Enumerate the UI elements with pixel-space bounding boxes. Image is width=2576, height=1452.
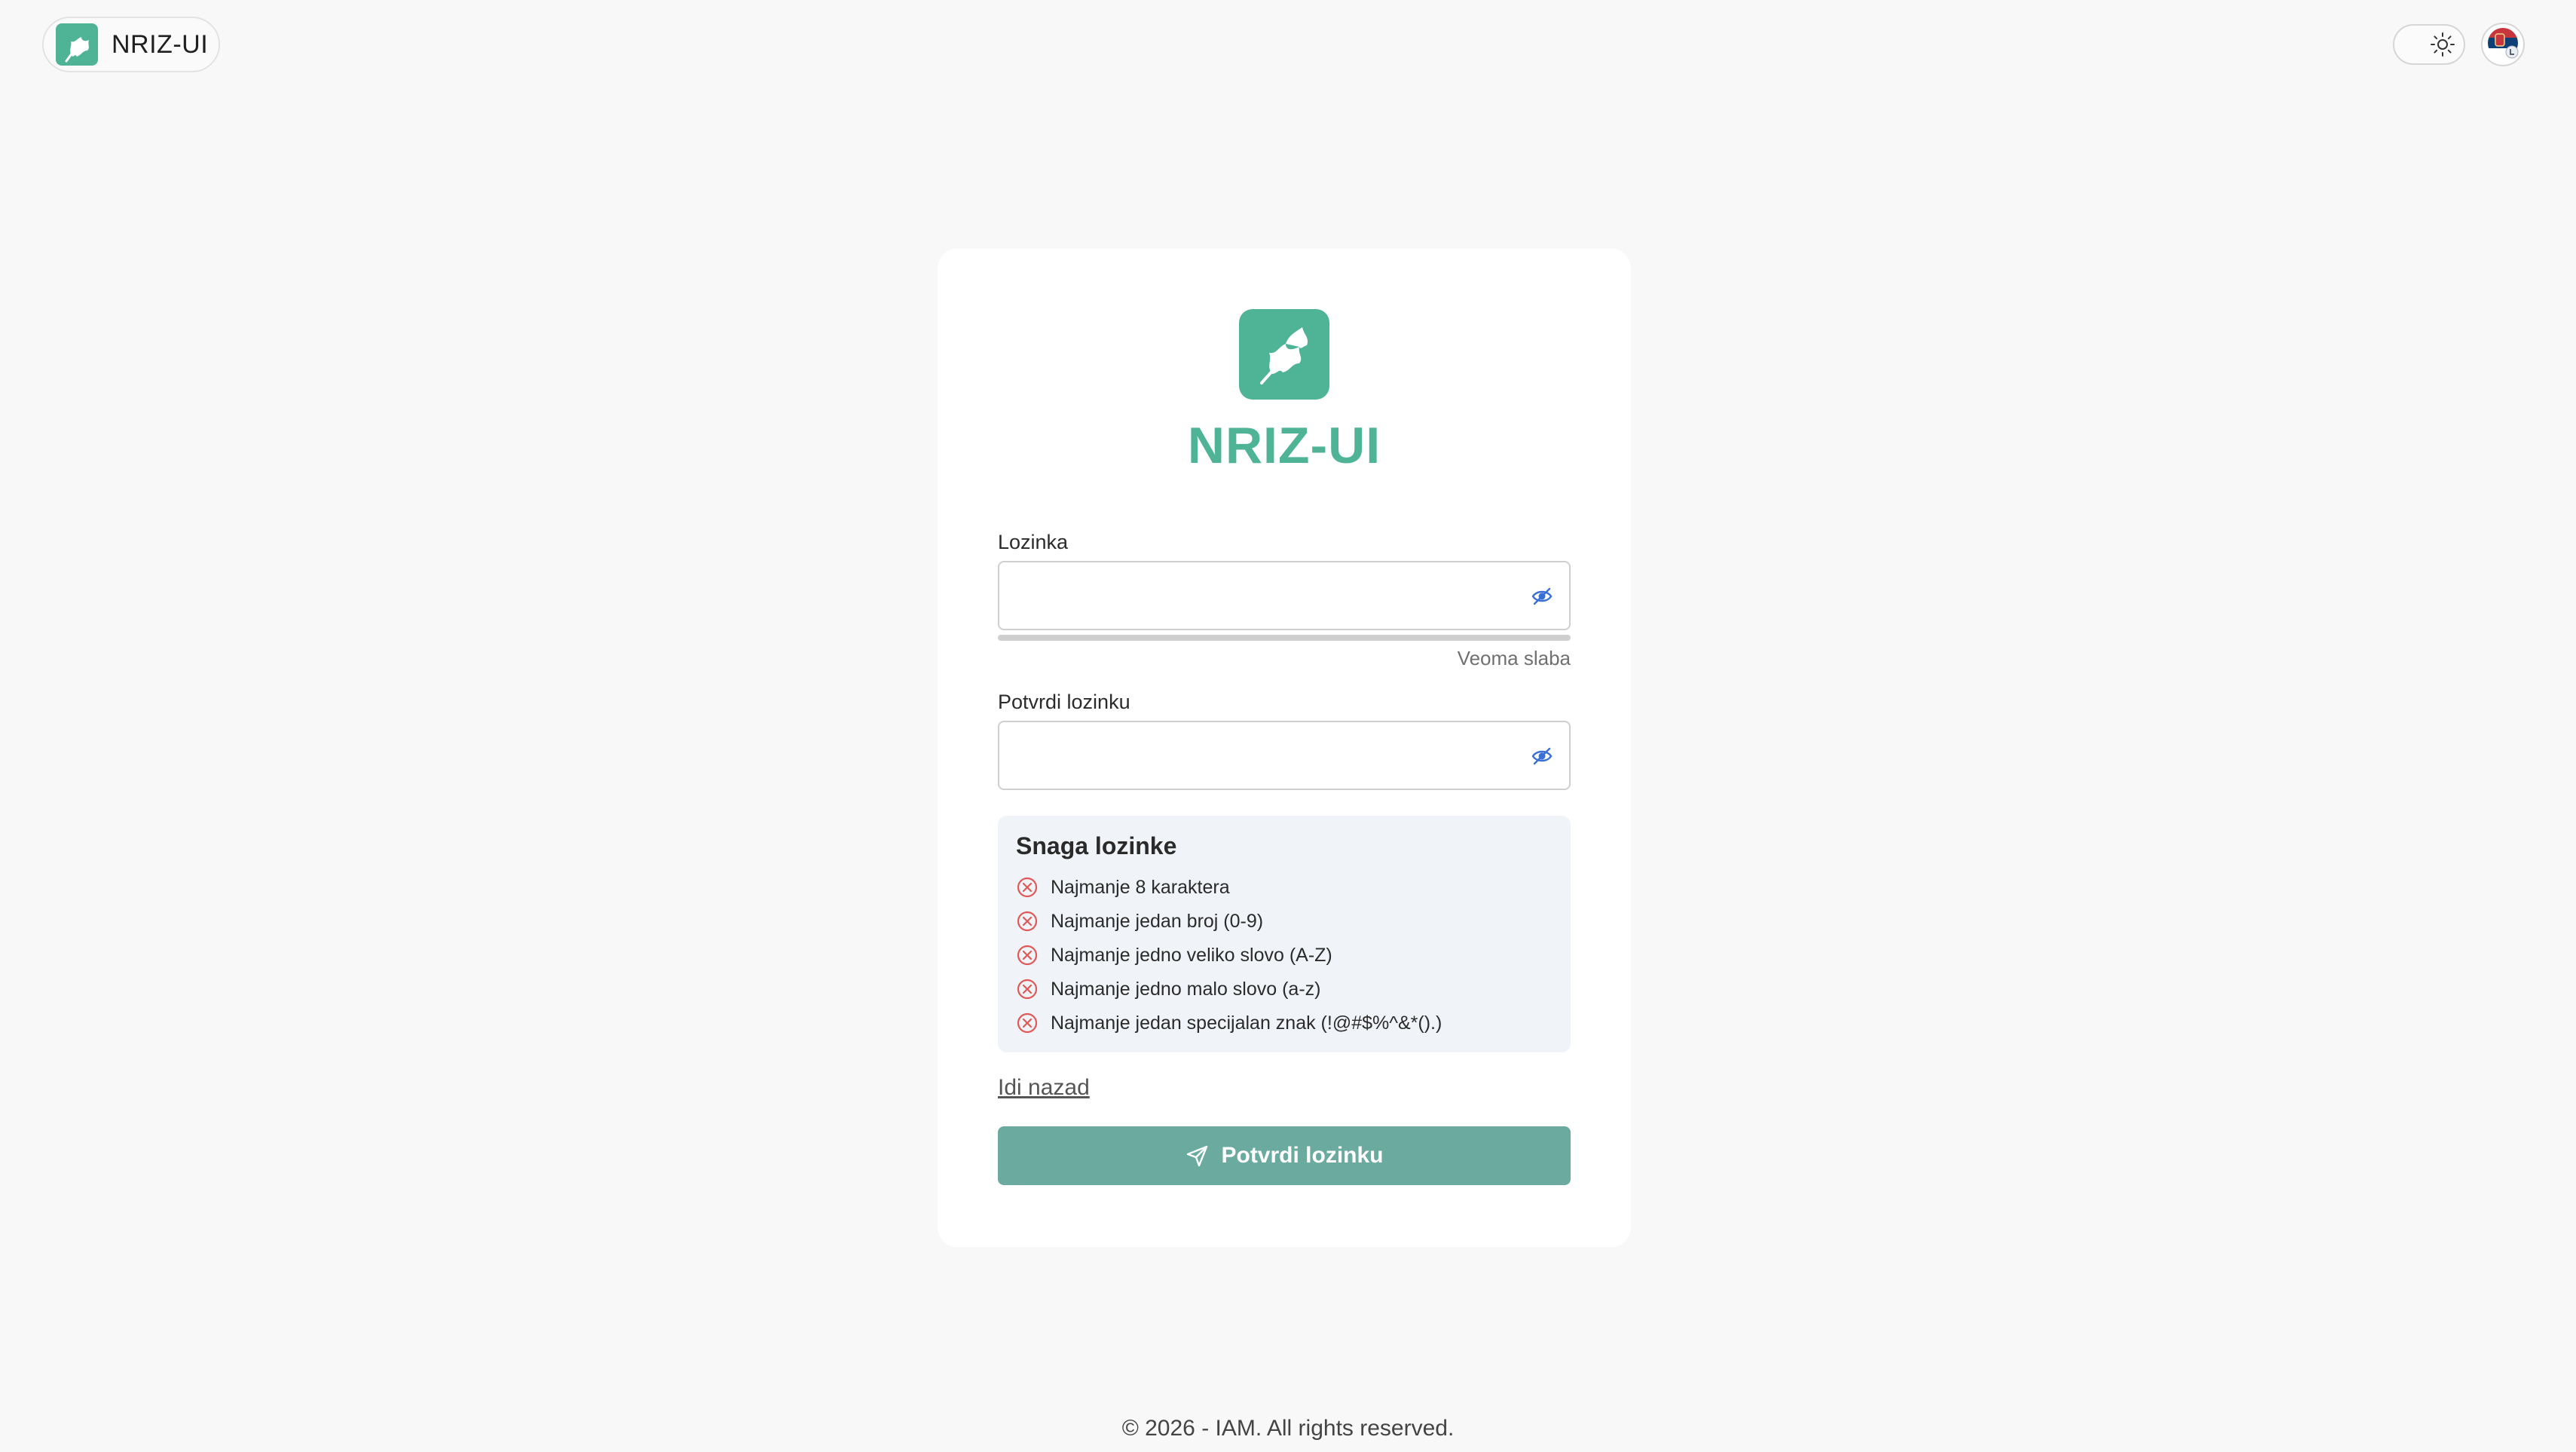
rule-text: Najmanje jedan broj (0-9) — [1051, 910, 1264, 932]
go-back-link[interactable]: Idi nazad — [998, 1075, 1090, 1101]
x-circle-icon — [1016, 944, 1039, 966]
password-label: Lozinka — [998, 531, 1069, 553]
rule-text: Najmanje jedan specijalan znak (!@#$%^&*… — [1051, 1012, 1442, 1034]
serbian-flag-icon — [2486, 26, 2519, 63]
rule-item: Najmanje jedno malo slovo (a-z) — [1016, 978, 1320, 1000]
app-title: NRIZ-UI — [1187, 417, 1381, 474]
x-circle-icon — [1016, 1012, 1039, 1034]
confirm-password-field-wrapper — [998, 721, 1571, 790]
theme-toggle[interactable] — [2393, 24, 2465, 65]
rules-title: Snaga lozinke — [1016, 832, 1177, 859]
oak-leaf-icon — [56, 23, 98, 66]
eye-off-icon[interactable] — [1530, 744, 1554, 768]
eye-off-icon[interactable] — [1530, 584, 1554, 608]
send-icon — [1185, 1143, 1210, 1169]
sun-icon — [2428, 29, 2458, 60]
password-rules-box: Snaga lozinke Najmanje 8 karaktera Najma… — [998, 816, 1571, 1052]
password-strength-text: Veoma slaba — [1457, 647, 1571, 669]
submit-label: Potvrdi lozinku — [1221, 1143, 1384, 1168]
confirm-password-input[interactable] — [999, 722, 1512, 789]
confirm-password-button[interactable]: Potvrdi lozinku — [998, 1126, 1571, 1185]
password-input[interactable] — [999, 562, 1512, 629]
rule-item: Najmanje jedno veliko slovo (A-Z) — [1016, 944, 1332, 966]
x-circle-icon — [1016, 876, 1039, 899]
rule-item: Najmanje 8 karaktera — [1016, 876, 1230, 899]
language-selector[interactable] — [2481, 23, 2525, 66]
rule-item: Najmanje jedan broj (0-9) — [1016, 910, 1263, 933]
x-circle-icon — [1016, 910, 1039, 933]
rule-text: Najmanje jedno malo slovo (a-z) — [1051, 978, 1321, 1000]
x-circle-icon — [1016, 978, 1039, 1000]
rule-text: Najmanje 8 karaktera — [1051, 876, 1230, 898]
password-field-wrapper — [998, 561, 1571, 630]
oak-leaf-icon — [1239, 309, 1329, 400]
brand-name: NRIZ-UI — [112, 29, 209, 59]
rule-item: Najmanje jedan specijalan znak (!@#$%^&*… — [1016, 1012, 1442, 1034]
password-strength-bar — [998, 635, 1571, 641]
footer-copyright: © 2026 - IAM. All rights reserved. — [1121, 1416, 1455, 1441]
confirm-password-label: Potvrdi lozinku — [998, 691, 1130, 713]
reset-password-card: NRIZ-UI Lozinka Veoma slaba Potvrdi lozi… — [938, 249, 1631, 1247]
rule-text: Najmanje jedno veliko slovo (A-Z) — [1051, 944, 1332, 966]
brand-home-link[interactable]: NRIZ-UI — [42, 17, 220, 72]
